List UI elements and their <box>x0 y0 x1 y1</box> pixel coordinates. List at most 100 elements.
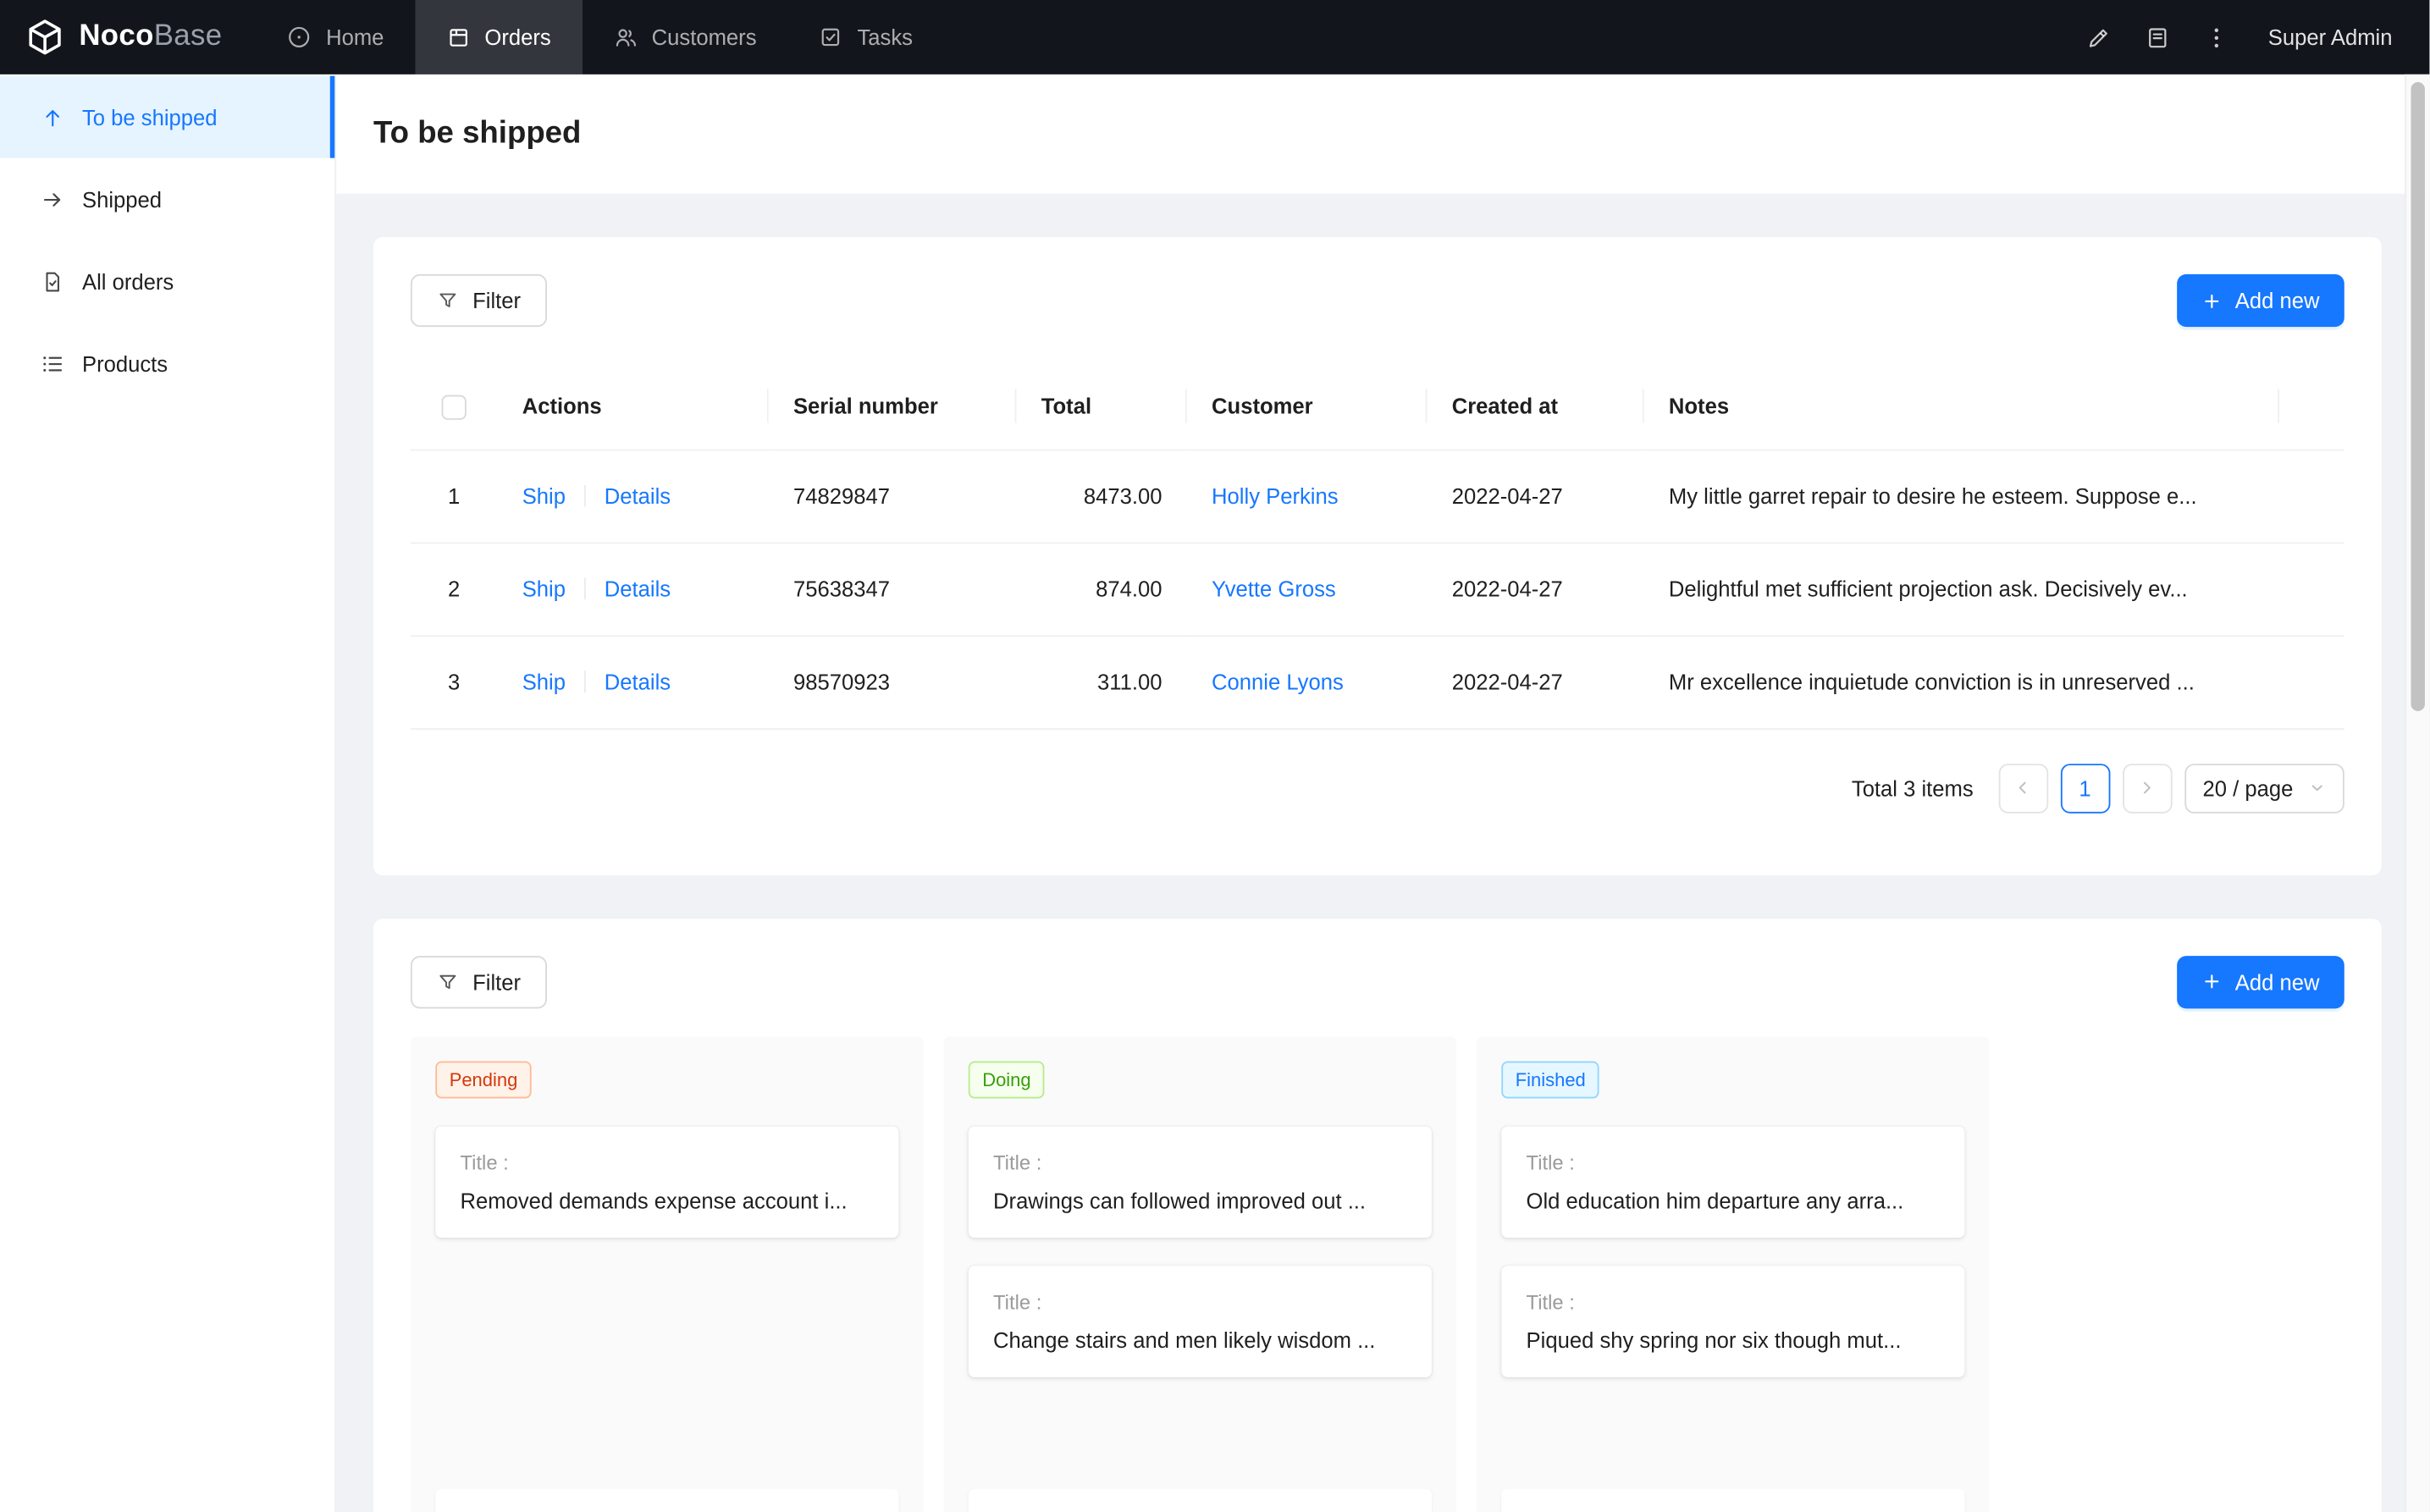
sidebar-item-label: Shipped <box>82 187 162 212</box>
kanban-card-item[interactable]: Title : Drawings can followed improved o… <box>969 1125 1432 1237</box>
nocobase-logo-icon <box>25 17 65 58</box>
kanban-card-item[interactable]: Title : Old education him departure any … <box>1501 1125 1964 1237</box>
sidebar-item-shipped[interactable]: Shipped <box>0 158 334 240</box>
nav-item-customers[interactable]: Customers <box>582 0 787 74</box>
sidebar-item-to-be-shipped[interactable]: To be shipped <box>0 76 334 158</box>
filter-icon <box>437 970 459 992</box>
select-all-checkbox[interactable] <box>442 395 467 419</box>
total-cell: 874.00 <box>1016 543 1186 636</box>
serial-number-cell: 74829847 <box>769 450 1017 543</box>
customer-cell: Holly Perkins <box>1187 450 1428 543</box>
nav-item-label: Tasks <box>857 25 913 49</box>
page-size-select[interactable]: 20 / page <box>2184 763 2344 813</box>
kanban-column-finished: Finished Title : Old education him depar… <box>1477 1035 1990 1512</box>
sidebar-item-label: To be shipped <box>82 105 218 130</box>
add-new-button-label: Add new <box>2235 969 2320 994</box>
created-at-cell: 2022-04-27 <box>1427 635 1643 728</box>
table-row: 1 ShipDetails 74829847 8473.00 Holly Per… <box>411 450 2344 543</box>
page-title: To be shipped <box>373 116 581 152</box>
add-new-button-label: Add new <box>2235 288 2320 312</box>
details-link[interactable]: Details <box>605 670 671 694</box>
row-actions: Ship Details <box>497 450 768 543</box>
pagination-total: Total 3 items <box>1852 775 1974 800</box>
nav-item-home[interactable]: Home <box>257 0 415 74</box>
card-field-label: Title : <box>993 1289 1407 1312</box>
logo-text-bold: Noco <box>79 20 153 52</box>
logo-text: NocoBase <box>79 20 222 54</box>
sidebar-item-products[interactable]: Products <box>0 323 334 405</box>
notes-cell: Delightful met sufficient projection ask… <box>1644 543 2279 636</box>
card-field-label: Title : <box>461 1151 875 1173</box>
ship-link[interactable]: Ship <box>522 577 566 601</box>
filter-button[interactable]: Filter <box>411 274 547 327</box>
header-right: Super Admin <box>2073 11 2429 63</box>
card-title-text: Drawings can followed improved out ... <box>993 1188 1407 1212</box>
kanban-card-item[interactable]: Title : Change stairs and men likely wis… <box>969 1265 1432 1377</box>
orders-table: Actions Serial number Total Customer Cre… <box>411 364 2344 729</box>
add-new-button[interactable]: Add new <box>2176 274 2344 327</box>
ship-link[interactable]: Ship <box>522 670 566 694</box>
orders-icon <box>446 25 471 49</box>
orders-table-card: Filter Add new Actions Serial nu <box>373 237 2382 875</box>
nocobase-logo[interactable]: NocoBase <box>0 17 257 58</box>
scrollbar-track[interactable] <box>2405 74 2429 1512</box>
nav-item-label: Customers <box>652 25 757 49</box>
column-header-customer: Customer <box>1187 364 1428 450</box>
table-row: 3 ShipDetails 98570923 311.00 Connie Lyo… <box>411 635 2344 728</box>
sidebar-item-label: Products <box>82 350 168 375</box>
notes-cell: My little garret repair to desire he est… <box>1644 450 2279 543</box>
customer-link[interactable]: Holly Perkins <box>1212 483 1339 508</box>
ui-editor-button[interactable] <box>2073 11 2125 63</box>
action-divider <box>584 485 586 507</box>
kanban-card-item[interactable]: Title : Piqued shy spring nor six though… <box>1501 1265 1964 1377</box>
add-card-button[interactable] <box>435 1488 898 1512</box>
action-divider <box>584 578 586 600</box>
card-title-text: Removed demands expense account i... <box>461 1188 875 1212</box>
empty-cell <box>2279 543 2344 636</box>
nav-item-tasks[interactable]: Tasks <box>787 0 943 74</box>
logo-text-light: Base <box>154 20 223 52</box>
customer-link[interactable]: Yvette Gross <box>1212 577 1336 601</box>
filter-button-label: Filter <box>472 288 521 312</box>
add-card-button[interactable] <box>1501 1488 1964 1512</box>
serial-number-cell: 98570923 <box>769 635 1017 728</box>
column-header-total: Total <box>1016 364 1186 450</box>
row-actions: Ship Details <box>497 635 768 728</box>
kanban-card-item[interactable]: Title : Removed demands expense account … <box>435 1125 898 1237</box>
pagination-next-button[interactable] <box>2122 763 2172 813</box>
scrollbar-thumb[interactable] <box>2411 82 2424 711</box>
card-field-label: Title : <box>1527 1151 1941 1173</box>
nav-item-orders[interactable]: Orders <box>415 0 582 74</box>
customer-cell: Yvette Gross <box>1187 543 1428 636</box>
page-body: Filter Add new Actions Serial nu <box>336 194 2429 1512</box>
more-icon <box>2204 24 2230 50</box>
pagination-prev-button[interactable] <box>1998 763 2048 813</box>
details-link[interactable]: Details <box>605 483 671 508</box>
column-header-notes: Notes <box>1644 364 2279 450</box>
book-icon <box>2145 24 2171 50</box>
kanban-add-new-button[interactable]: Add new <box>2176 955 2344 1007</box>
pen-icon <box>2086 24 2112 50</box>
file-check-icon <box>41 269 65 294</box>
table-row: 2 ShipDetails 75638347 874.00 Yvette Gro… <box>411 543 2344 636</box>
details-link[interactable]: Details <box>605 577 671 601</box>
row-index: 2 <box>411 543 497 636</box>
sidebar-item-all-orders[interactable]: All orders <box>0 240 334 323</box>
pagination-page-1[interactable]: 1 <box>2060 763 2110 813</box>
kanban-filter-button[interactable]: Filter <box>411 955 547 1007</box>
customer-link[interactable]: Connie Lyons <box>1212 670 1344 694</box>
list-icon <box>41 350 65 375</box>
table-toolbar: Filter Add new <box>411 274 2344 327</box>
status-badge-doing: Doing <box>969 1061 1045 1098</box>
user-menu[interactable]: Super Admin <box>2268 25 2393 49</box>
card-field-label: Title : <box>993 1151 1407 1173</box>
layout: To be shipped Shipped All orders Product… <box>0 74 2429 1512</box>
add-card-button[interactable] <box>969 1488 1432 1512</box>
action-divider <box>584 670 586 693</box>
nav-item-label: Home <box>326 25 384 49</box>
column-header-created-at: Created at <box>1427 364 1643 450</box>
card-title-text: Piqued shy spring nor six though mut... <box>1527 1327 1941 1351</box>
book-button[interactable] <box>2132 11 2184 63</box>
more-button[interactable] <box>2190 11 2243 63</box>
ship-link[interactable]: Ship <box>522 483 566 508</box>
